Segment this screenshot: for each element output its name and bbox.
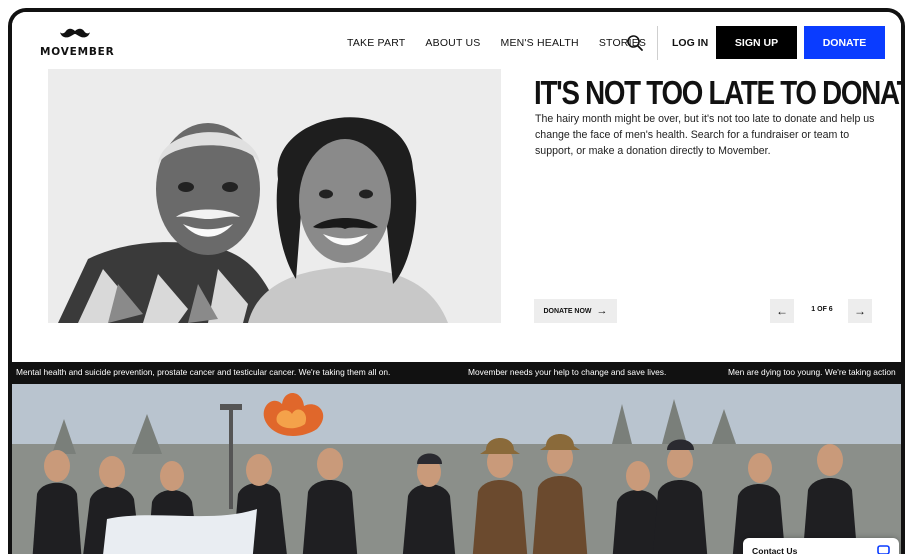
news-ticker: Mental health and suicide prevention, pr… <box>12 362 901 384</box>
arrow-left-icon: ← <box>776 304 788 318</box>
nav-about-us[interactable]: ABOUT US <box>425 37 480 49</box>
ticker-item: Mental health and suicide prevention, pr… <box>16 367 391 377</box>
contact-us-label: Contact Us <box>752 546 798 554</box>
header-divider <box>657 26 658 60</box>
donate-button[interactable]: DONATE <box>804 26 885 59</box>
hero-title: IT'S NOT TOO LATE TO DONATE <box>534 74 905 111</box>
chat-icon <box>877 545 890 554</box>
nav-mens-health[interactable]: MEN'S HEALTH <box>501 37 579 49</box>
movember-logo[interactable]: MOVEMBER <box>40 28 114 60</box>
donate-now-label: DONATE NOW <box>543 307 592 315</box>
ticker-item: Movember needs your help to change and s… <box>468 367 667 377</box>
main-nav: TAKE PART ABOUT US MEN'S HEALTH STORIES <box>347 12 666 74</box>
carousel-prev-button[interactable]: ← <box>770 299 794 323</box>
login-link[interactable]: LOG IN <box>672 37 708 49</box>
site-header: MOVEMBER TAKE PART ABOUT US MEN'S HEALTH… <box>12 12 901 74</box>
carousel-next-button[interactable]: → <box>848 299 872 323</box>
arrow-right-icon: → <box>596 305 608 317</box>
page-frame: MOVEMBER TAKE PART ABOUT US MEN'S HEALTH… <box>8 8 905 554</box>
carousel-count: 1 OF 6 <box>811 306 833 313</box>
moustache-icon <box>60 28 90 38</box>
signup-button[interactable]: SIGN UP <box>716 26 797 59</box>
contact-us-widget[interactable]: Contact Us <box>743 538 899 554</box>
logo-wordmark: MOVEMBER <box>40 46 115 58</box>
donate-now-button[interactable]: DONATE NOW → <box>534 299 617 323</box>
hero-image <box>48 69 501 323</box>
search-icon[interactable] <box>626 34 644 52</box>
nav-take-part[interactable]: TAKE PART <box>347 37 405 49</box>
team-photo <box>12 384 901 554</box>
arrow-right-icon: → <box>854 304 866 318</box>
hero-description: The hairy month might be over, but it's … <box>535 113 875 157</box>
ticker-item: Men are dying too young. We're taking ac… <box>728 367 896 377</box>
